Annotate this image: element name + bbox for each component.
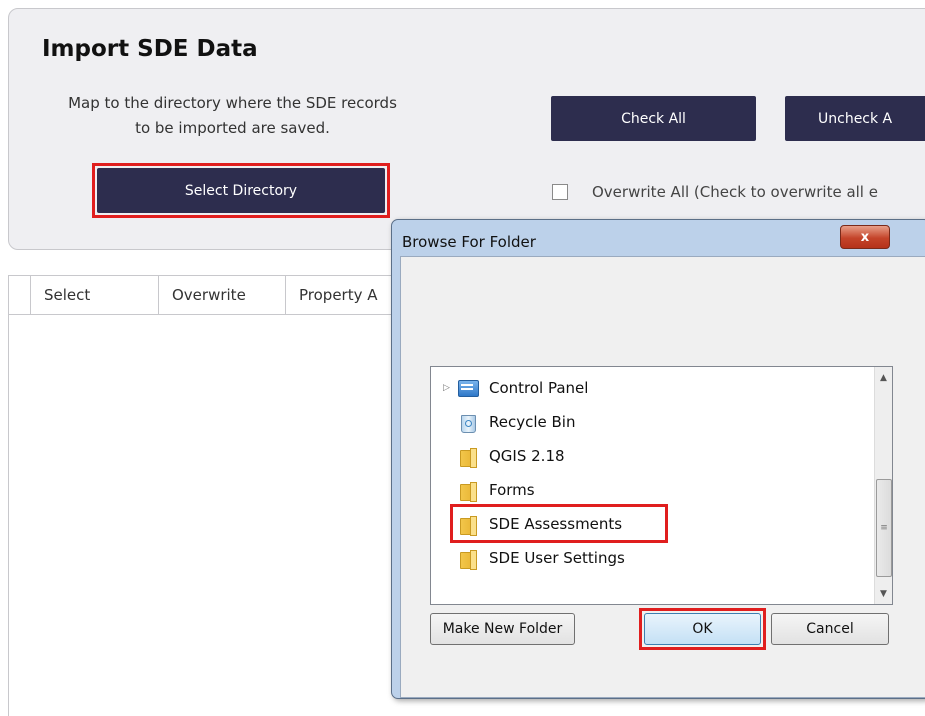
tree-item-sde-user-settings[interactable]: SDE User Settings (431, 541, 625, 575)
uncheck-all-button[interactable]: Uncheck A (785, 96, 925, 141)
tree-item-label: SDE User Settings (489, 549, 625, 567)
column-header-select[interactable]: Select (31, 276, 159, 314)
row-header-column (9, 276, 31, 314)
close-icon: x (860, 229, 870, 245)
page-title: Import SDE Data (42, 36, 258, 62)
recycle-bin-icon (457, 412, 479, 433)
control-panel-icon (457, 378, 479, 398)
ok-button[interactable]: OK (644, 613, 761, 645)
folder-icon (457, 548, 479, 570)
expand-arrow-icon[interactable]: ▷ (443, 383, 453, 393)
description-line-1: Map to the directory where the SDE recor… (68, 94, 397, 112)
scroll-thumb[interactable]: ≡ (876, 479, 892, 577)
dialog-title: Browse For Folder (402, 233, 536, 251)
close-button[interactable]: x (840, 225, 890, 249)
make-new-folder-button[interactable]: Make New Folder (430, 613, 575, 645)
column-header-overwrite[interactable]: Overwrite (159, 276, 286, 314)
description-line-2: to be imported are saved. (135, 119, 330, 137)
tree-item-label: QGIS 2.18 (489, 447, 565, 465)
folder-tree[interactable]: ▷ Control Panel Recycle Bin QGIS 2.18 Fo… (430, 366, 893, 605)
tree-item-recycle-bin[interactable]: Recycle Bin (431, 405, 575, 439)
overwrite-all-label: Overwrite All (Check to overwrite all e (592, 183, 878, 201)
check-all-button[interactable]: Check All (551, 96, 756, 141)
folder-icon (457, 446, 479, 468)
folder-icon (457, 514, 479, 536)
tree-item-label: Forms (489, 481, 535, 499)
folder-icon (457, 480, 479, 502)
dialog-body: ▷ Control Panel Recycle Bin QGIS 2.18 Fo… (400, 256, 925, 698)
tree-item-label: SDE Assessments (489, 515, 623, 533)
tree-item-sde-assessments[interactable]: SDE Assessments (431, 507, 622, 541)
overwrite-all-row: Overwrite All (Check to overwrite all e (552, 181, 878, 203)
tree-item-control-panel[interactable]: ▷ Control Panel (431, 371, 588, 405)
tree-item-forms[interactable]: Forms (431, 473, 535, 507)
tree-item-label: Control Panel (489, 379, 589, 397)
tree-item-qgis[interactable]: QGIS 2.18 (431, 439, 565, 473)
panel-description: Map to the directory where the SDE recor… (30, 91, 435, 141)
select-directory-button[interactable]: Select Directory (97, 168, 385, 213)
scroll-up-icon[interactable]: ▲ (875, 369, 892, 386)
cancel-button[interactable]: Cancel (771, 613, 889, 645)
tree-item-label: Recycle Bin (489, 413, 576, 431)
tree-scrollbar[interactable]: ▲ ≡ ▼ (874, 367, 892, 604)
browse-for-folder-dialog: Browse For Folder x ▷ Control Panel Recy… (391, 219, 925, 699)
overwrite-all-checkbox[interactable] (552, 184, 568, 200)
scroll-down-icon[interactable]: ▼ (875, 585, 892, 602)
